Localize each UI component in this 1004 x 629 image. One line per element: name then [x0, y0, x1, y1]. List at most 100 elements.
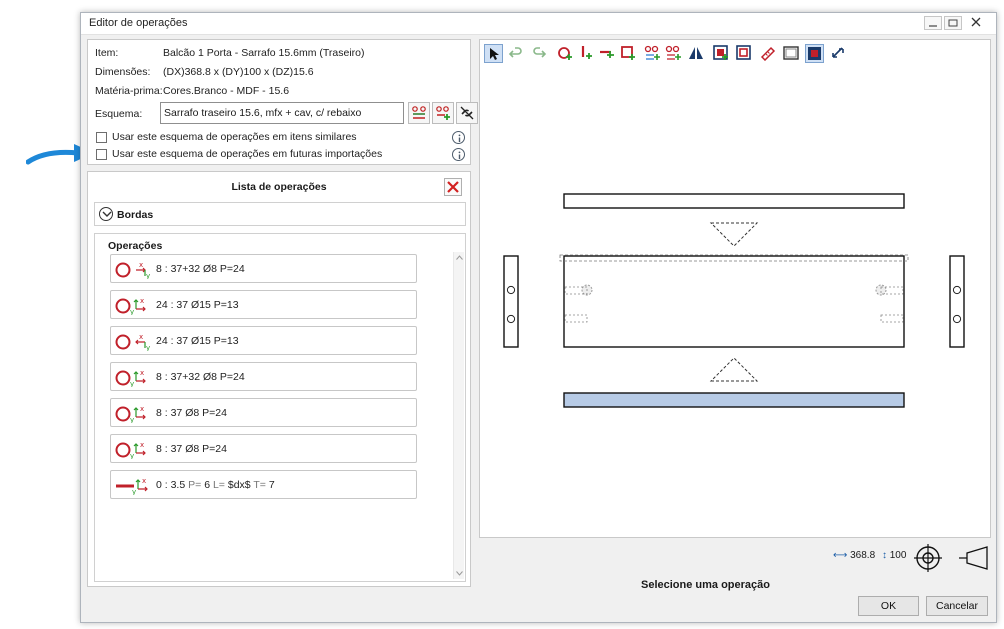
- svg-text:y: y: [130, 308, 134, 315]
- svg-text:y: y: [146, 344, 150, 351]
- unlink-icon: [460, 106, 474, 120]
- operation-text: 0 : 3.5 P= 6 L= $dx$ T= 7: [156, 479, 275, 491]
- similar-items-checkbox[interactable]: [96, 132, 107, 143]
- svg-text:y: y: [130, 416, 134, 423]
- panel-drawing: [503, 193, 965, 408]
- schema-value: Sarrafo traseiro 15.6, mfx + cav, c/ reb…: [164, 107, 362, 119]
- schema-label: Esquema:: [95, 108, 143, 120]
- dimensions-readout: ⟷ 368.8 ↕ 100: [833, 550, 906, 561]
- svg-text:x: x: [142, 477, 146, 485]
- close-button[interactable]: [968, 16, 986, 30]
- title-bar: Editor de operações: [81, 13, 996, 35]
- schema-edit-button[interactable]: [408, 102, 430, 124]
- schema-unlink-button[interactable]: [456, 102, 478, 124]
- schema-new-icon: [436, 106, 450, 120]
- groove-t-value: 7: [268, 479, 275, 491]
- ok-button[interactable]: OK: [858, 596, 919, 616]
- face-hole[interactable]: [875, 284, 887, 296]
- operation-text: 8 : 37+32 Ø8 P=24: [156, 263, 245, 275]
- info-icon[interactable]: [452, 131, 465, 144]
- operation-text: 8 : 37+32 Ø8 P=24: [156, 371, 245, 383]
- bordas-section[interactable]: Bordas: [94, 202, 466, 226]
- groove-p-value: 6: [204, 479, 211, 491]
- status-text: Selecione uma operação: [641, 579, 770, 591]
- drawing-panel: [479, 39, 991, 538]
- item-value: Balcão 1 Porta - Sarrafo 15.6mm (Traseir…: [163, 47, 365, 59]
- top-edge-strip[interactable]: [563, 193, 905, 209]
- dim-x-value: 368.8: [850, 550, 876, 561]
- svg-text:x: x: [139, 261, 143, 269]
- top-direction-triangle: [709, 222, 759, 247]
- svg-text:y: y: [132, 488, 136, 495]
- operation-item[interactable]: x y 8 : 37+32 Ø8 P=24: [110, 362, 417, 391]
- operation-item[interactable]: x y 8 : 37 Ø8 P=24: [110, 434, 417, 463]
- similar-items-label: Usar este esquema de operações em itens …: [112, 131, 357, 143]
- svg-text:y: y: [130, 452, 134, 459]
- left-side-strip[interactable]: [503, 255, 519, 348]
- width-arrow-icon: ⟷: [833, 550, 848, 561]
- cancel-button[interactable]: Cancelar: [926, 596, 988, 616]
- chevron-down-icon[interactable]: [99, 207, 113, 221]
- operations-header: Operações: [108, 240, 163, 252]
- maximize-button[interactable]: [944, 16, 962, 30]
- main-face[interactable]: [563, 255, 905, 348]
- hole-operation-icon: x y: [115, 333, 150, 351]
- groove-t-label: T=: [253, 479, 266, 491]
- height-arrow-icon: ↕: [881, 550, 887, 561]
- item-label: Item:: [95, 47, 119, 59]
- perspective-view-icon[interactable]: [957, 545, 989, 571]
- groove-p-label: P=: [188, 479, 202, 491]
- dim-y-value: 100: [889, 550, 907, 561]
- operation-text: 24 : 37 Ø15 P=13: [156, 335, 239, 347]
- operations-list-panel: Lista de operações Bordas Operações x y …: [87, 171, 471, 587]
- bordas-label: Bordas: [117, 209, 154, 221]
- operations-list-title: Lista de operações: [231, 181, 327, 193]
- operation-item[interactable]: x y 8 : 37 Ø8 P=24: [110, 398, 417, 427]
- side-hole[interactable]: [952, 285, 962, 295]
- operation-text: 8 : 37 Ø8 P=24: [156, 443, 227, 455]
- groove-l-label: L=: [212, 479, 225, 491]
- svg-text:x: x: [139, 333, 143, 341]
- schema-edit-icon: [412, 106, 426, 119]
- side-hole[interactable]: [506, 285, 516, 295]
- hole-operation-icon: x y: [115, 369, 146, 387]
- info-icon[interactable]: [452, 148, 465, 161]
- side-hole[interactable]: [952, 314, 962, 324]
- schema-new-button[interactable]: [432, 102, 454, 124]
- svg-text:x: x: [140, 441, 144, 449]
- delete-icon: [447, 181, 459, 193]
- side-hole[interactable]: [506, 314, 516, 324]
- material-label: Matéria-prima:: [95, 85, 163, 97]
- future-imports-label: Usar este esquema de operações em futura…: [112, 148, 383, 160]
- crosshair-icon[interactable]: [913, 543, 943, 573]
- material-value: Cores.Branco - MDF - 15.6: [163, 85, 290, 97]
- operation-item[interactable]: x y 24 : 37 Ø15 P=13: [110, 290, 417, 319]
- hole-operation-icon: x y: [115, 261, 150, 279]
- groove-offset: 0 : 3.5: [156, 479, 186, 491]
- operation-text: 8 : 37 Ø8 P=24: [156, 407, 227, 419]
- svg-text:y: y: [146, 272, 150, 279]
- operation-item[interactable]: x y 0 : 3.5 P= 6 L= $dx$ T= 7: [110, 470, 417, 499]
- minimize-button[interactable]: [924, 16, 942, 30]
- bottom-edge-strip[interactable]: [563, 392, 905, 408]
- dimensions-value: (DX)368.8 x (DY)100 x (DZ)15.6: [163, 66, 314, 78]
- svg-text:y: y: [130, 380, 134, 387]
- item-info-panel: Item: Balcão 1 Porta - Sarrafo 15.6mm (T…: [87, 39, 478, 165]
- svg-text:x: x: [140, 297, 144, 305]
- dimensions-label: Dimensões:: [95, 66, 151, 78]
- window-title: Editor de operações: [89, 17, 188, 29]
- operation-item[interactable]: x y 8 : 37+32 Ø8 P=24: [110, 254, 417, 283]
- svg-text:x: x: [140, 369, 144, 377]
- delete-operation-button[interactable]: [444, 178, 462, 196]
- operation-item[interactable]: x y 24 : 37 Ø15 P=13: [110, 326, 417, 355]
- groove-operation-icon: x y: [116, 477, 148, 495]
- schema-field[interactable]: Sarrafo traseiro 15.6, mfx + cav, c/ reb…: [160, 102, 404, 124]
- operations-scrollbar[interactable]: [453, 252, 464, 579]
- future-imports-checkbox[interactable]: [96, 149, 107, 160]
- svg-text:x: x: [140, 405, 144, 413]
- right-side-strip[interactable]: [949, 255, 965, 348]
- groove-l-value: $dx$: [227, 479, 251, 491]
- hole-operation-icon: x y: [115, 441, 146, 459]
- operations-editor-window: Editor de operações Item: Balcão 1 Porta…: [80, 12, 997, 623]
- hole-operation-icon: x y: [115, 405, 146, 423]
